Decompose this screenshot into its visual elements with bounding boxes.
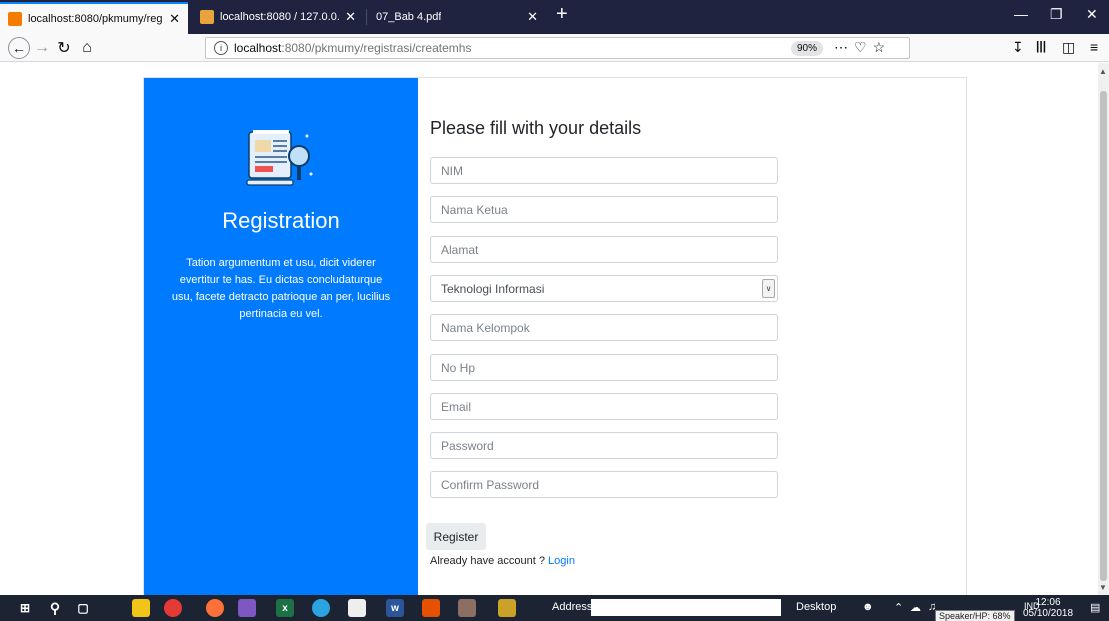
desktop-label[interactable]: Desktop (796, 601, 836, 613)
clock-date: 05/10/2018 (1022, 608, 1074, 619)
library-icon[interactable]: ||| (1036, 39, 1046, 53)
minimize-button[interactable]: — (1014, 6, 1028, 22)
task-view-icon[interactable]: ▢ (74, 599, 92, 617)
vertical-scrollbar[interactable]: ▲ ▼ (1098, 63, 1109, 595)
phpmyadmin-icon (200, 10, 214, 24)
registration-card: Registration Tation argumentum et usu, d… (143, 77, 968, 596)
tab-title: 07_Bab 4.pdf (376, 11, 442, 23)
codeigniter-icon (8, 12, 22, 26)
chrome-icon[interactable] (164, 599, 182, 617)
codeigniter-icon[interactable] (422, 599, 440, 617)
back-icon[interactable]: ← (8, 37, 30, 59)
page-viewport: Registration Tation argumentum et usu, d… (0, 63, 1098, 596)
register-button[interactable]: Register (426, 523, 486, 550)
jurusan-selected-value: Teknologi Informasi (441, 281, 545, 296)
more-icon[interactable]: ⋯ (834, 39, 854, 55)
registration-title: Registration (222, 208, 340, 233)
taskbar-clock[interactable]: 12:06 05/10/2018 (1020, 597, 1076, 619)
file-explorer-icon[interactable] (132, 599, 150, 617)
jurusan-select[interactable]: Teknologi Informasi ∨ (430, 275, 778, 302)
close-tab-icon[interactable]: ✕ (163, 11, 180, 27)
show-hidden-icons[interactable]: ⌃ (894, 601, 903, 614)
page-actions: ⋯♡☆ (834, 39, 891, 56)
password-input[interactable]: Password (430, 432, 778, 459)
home-icon[interactable]: ⌂ (78, 37, 96, 59)
login-prompt: Already have account ? Login (430, 555, 575, 567)
url-bar[interactable]: i localhost:8080/pkmumy/registrasi/creat… (205, 37, 910, 59)
zoom-badge[interactable]: 90% (791, 41, 824, 56)
form-panel: Please fill with your details NIM Nama K… (418, 78, 968, 596)
login-link[interactable]: Login (548, 555, 575, 567)
url-host: localhost (234, 41, 282, 55)
download-icon[interactable]: ↧ (1012, 39, 1024, 56)
tab-title: localhost:8080 / 127.0.0.1 / pkm (220, 11, 339, 23)
tab-registrasi[interactable]: localhost:8080/pkmumy/regist ✕ (0, 2, 188, 34)
sidebar-icon[interactable]: ◫ (1062, 39, 1075, 56)
scroll-down-icon[interactable]: ▼ (1099, 583, 1107, 592)
info-panel: Registration Tation argumentum et usu, d… (144, 78, 418, 596)
word-icon[interactable]: w (386, 599, 404, 617)
navigation-bar: ← → ↻ ⌂ i localhost:8080/pkmumy/registra… (0, 34, 1109, 62)
forward-icon[interactable]: → (34, 37, 50, 59)
notifications-icon[interactable]: ▤ (1090, 601, 1100, 614)
newspaper-search-icon (246, 130, 313, 186)
alamat-input[interactable]: Alamat (430, 236, 778, 263)
bookmark-star-icon[interactable]: ☆ (873, 39, 892, 55)
nim-input[interactable]: NIM (430, 157, 778, 184)
url-path: :8080/pkmumy/registrasi/createmhs (281, 41, 472, 55)
scroll-thumb[interactable] (1100, 91, 1107, 581)
nama-ketua-input[interactable]: Nama Ketua (430, 196, 778, 223)
registration-description: Tation argumentum et usu, dicit viderer … (171, 257, 391, 320)
tab-divider (366, 9, 367, 25)
menu-icon[interactable]: ≡ (1090, 39, 1098, 55)
xampp-icon[interactable] (498, 599, 516, 617)
clock-time: 12:06 (1035, 597, 1061, 608)
address-input[interactable] (591, 599, 781, 616)
email-input[interactable]: Email (430, 393, 778, 420)
close-tab-icon[interactable]: ✕ (521, 9, 538, 25)
info-icon[interactable]: i (214, 41, 228, 55)
people-icon[interactable]: ☻ (862, 601, 874, 613)
speaker-tooltip: Speaker/HP: 68% (935, 610, 1015, 621)
address-label: Address (552, 601, 593, 613)
windows-start-icon[interactable]: ⊞ (16, 599, 34, 617)
scroll-up-icon[interactable]: ▲ (1099, 67, 1107, 76)
pocket-icon[interactable]: ♡ (854, 39, 873, 55)
visual-studio-icon[interactable] (238, 599, 256, 617)
search-icon[interactable]: ⚲ (46, 599, 64, 617)
reload-icon[interactable]: ↻ (56, 37, 72, 59)
new-tab-button[interactable]: + (556, 3, 568, 26)
tab-pdf[interactable]: 07_Bab 4.pdf ✕ (368, 0, 546, 34)
sublime-text-icon[interactable] (458, 599, 476, 617)
account-text: Already have account ? (430, 555, 545, 567)
chevron-down-icon[interactable]: ∨ (762, 279, 775, 298)
sticky-notes-icon[interactable] (348, 599, 366, 617)
nama-kelompok-input[interactable]: Nama Kelompok (430, 314, 778, 341)
tab-title: localhost:8080/pkmumy/regist (28, 13, 164, 25)
telegram-icon[interactable] (312, 599, 330, 617)
firefox-icon[interactable] (206, 599, 224, 617)
form-heading: Please fill with your details (430, 118, 642, 138)
excel-icon[interactable]: x (276, 599, 294, 617)
tab-phpmyadmin[interactable]: localhost:8080 / 127.0.0.1 / pkm ✕ (192, 0, 364, 34)
tab-strip: localhost:8080/pkmumy/regist ✕ localhost… (0, 0, 1109, 34)
restore-button[interactable]: ❐ (1050, 6, 1063, 23)
close-tab-icon[interactable]: ✕ (339, 9, 356, 25)
no-hp-input[interactable]: No Hp (430, 354, 778, 381)
confirm-password-input[interactable]: Confirm Password (430, 471, 778, 498)
onedrive-icon[interactable]: ☁ (910, 601, 921, 614)
close-window-button[interactable]: ✕ (1086, 6, 1098, 23)
